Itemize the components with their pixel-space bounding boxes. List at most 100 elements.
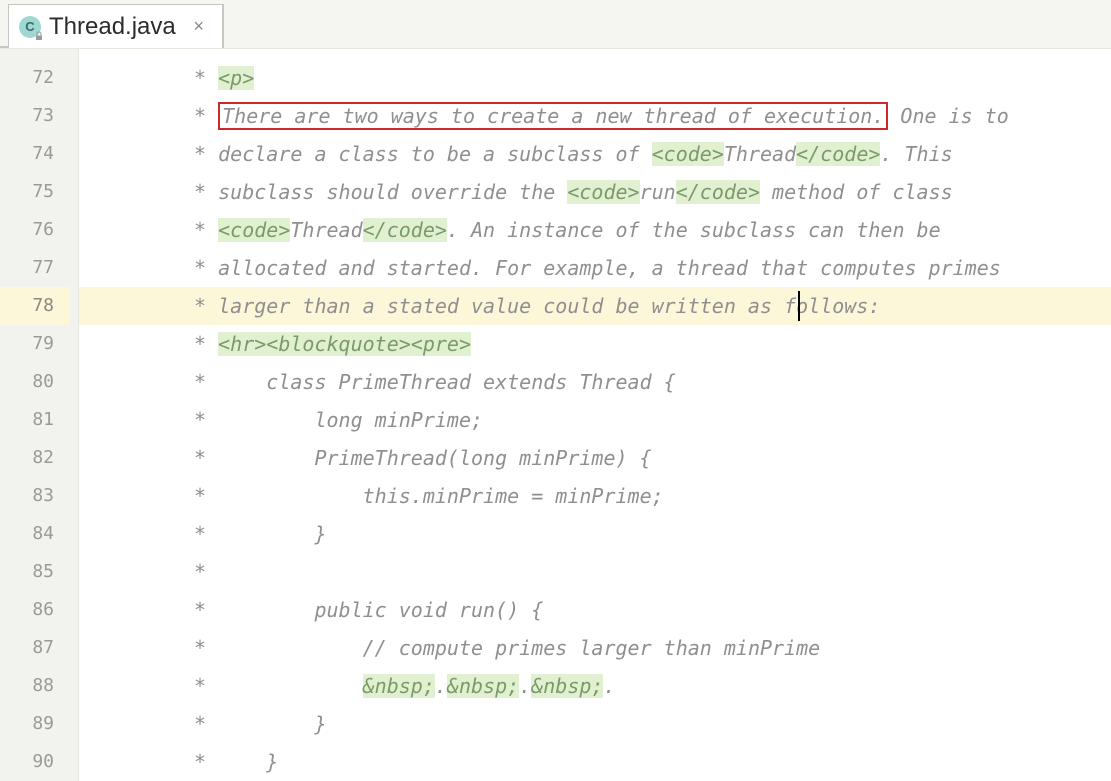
gutter-row <box>79 173 162 211</box>
javadoc-asterisk: * <box>182 636 363 660</box>
gutter-row <box>79 325 162 363</box>
javadoc-asterisk: * <box>182 484 363 508</box>
javadoc-asterisk: * <box>182 180 218 204</box>
text-caret <box>798 291 800 321</box>
gutter-row <box>79 401 162 439</box>
gutter-row <box>79 287 162 325</box>
gutter-row <box>79 705 162 743</box>
code-line[interactable]: * There are two ways to create a new thr… <box>162 97 1111 135</box>
gutter-row <box>79 439 162 477</box>
line-number: 81 <box>0 401 70 439</box>
code-editor[interactable]: 72737475767778798081828384858687888990 *… <box>0 48 1111 781</box>
code-line[interactable]: * <hr><blockquote><pre> <box>162 325 1111 363</box>
code-line[interactable]: * public void run() { <box>162 591 1111 629</box>
gutter-row <box>79 667 162 705</box>
line-number: 72 <box>0 59 70 97</box>
file-tab[interactable]: C Thread.java × <box>8 4 223 48</box>
html-tag: <p> <box>218 66 254 90</box>
code-line[interactable]: * } <box>162 705 1111 743</box>
html-tag: <hr><blockquote><pre> <box>218 332 471 356</box>
line-number: 76 <box>0 211 70 249</box>
javadoc-asterisk: * <box>182 598 314 622</box>
javadoc-asterisk: * <box>182 560 206 584</box>
html-tag: </code> <box>363 218 447 242</box>
javadoc-text: . <box>435 674 447 698</box>
line-number: 79 <box>0 325 70 363</box>
html-tag: <code> <box>567 180 639 204</box>
gutter-row <box>79 249 162 287</box>
line-number: 82 <box>0 439 70 477</box>
javadoc-asterisk: * <box>182 104 218 128</box>
tab-bar: C Thread.java × <box>0 0 1111 48</box>
javadoc-asterisk: * <box>182 408 314 432</box>
javadoc-text: } <box>266 750 278 774</box>
tab-bar-empty[interactable] <box>223 4 1111 48</box>
javadoc-asterisk: * <box>182 446 314 470</box>
code-area[interactable]: * <p> * There are two ways to create a n… <box>162 49 1111 781</box>
code-line[interactable]: * class PrimeThread extends Thread { <box>162 363 1111 401</box>
line-number: 87 <box>0 629 70 667</box>
javadoc-asterisk: * <box>182 332 218 356</box>
line-number: 73 <box>0 97 70 135</box>
javadoc-asterisk: * <box>182 750 266 774</box>
line-number: 88 <box>0 667 70 705</box>
javadoc-asterisk: * <box>182 294 218 318</box>
line-number-gutter: 72737475767778798081828384858687888990 <box>0 49 78 781</box>
code-line[interactable]: * } <box>162 515 1111 553</box>
gutter-row <box>79 135 162 173</box>
javadoc-text: method of class <box>760 180 953 204</box>
javadoc-text: } <box>314 712 326 736</box>
code-line[interactable]: * <box>162 553 1111 591</box>
javadoc-asterisk: * <box>182 66 218 90</box>
javadoc-text: . <box>603 674 615 698</box>
gutter-row <box>79 477 162 515</box>
gutter-row <box>79 211 162 249</box>
code-line[interactable]: * // compute primes larger than minPrime <box>162 629 1111 667</box>
class-file-icon: C <box>19 16 41 38</box>
line-number: 86 <box>0 591 70 629</box>
code-line[interactable]: * declare a class to be a subclass of <c… <box>162 135 1111 173</box>
code-line[interactable]: * <code>Thread</code>. An instance of th… <box>162 211 1111 249</box>
gutter-row <box>79 553 162 591</box>
javadoc-text: // compute primes larger than minPrime <box>363 636 821 660</box>
line-number: 80 <box>0 363 70 401</box>
gutter-margin <box>78 49 162 781</box>
code-line[interactable]: * } <box>162 743 1111 781</box>
code-line[interactable]: * &nbsp;.&nbsp;.&nbsp;. <box>162 667 1111 705</box>
javadoc-asterisk: * <box>182 256 218 280</box>
gutter-row <box>79 743 162 781</box>
html-tag: <code> <box>218 218 290 242</box>
html-entity: &nbsp; <box>363 674 435 698</box>
gutter-row <box>79 363 162 401</box>
javadoc-text: declare a class to be a subclass of <box>218 142 651 166</box>
line-number: 75 <box>0 173 70 211</box>
code-line[interactable]: * long minPrime; <box>162 401 1111 439</box>
javadoc-text: run <box>640 180 676 204</box>
javadoc-text: One is to <box>888 104 1008 128</box>
html-tag: <code> <box>652 142 724 166</box>
gutter-row <box>79 629 162 667</box>
code-line[interactable]: * <p> <box>162 59 1111 97</box>
javadoc-text: PrimeThread(long minPrime) { <box>314 446 651 470</box>
code-line[interactable]: * this.minPrime = minPrime; <box>162 477 1111 515</box>
javadoc-text: long minPrime; <box>314 408 483 432</box>
javadoc-text: . This <box>880 142 952 166</box>
javadoc-text: allocated and started. For example, a th… <box>218 256 1001 280</box>
line-number: 83 <box>0 477 70 515</box>
javadoc-text: . <box>519 674 531 698</box>
javadoc-asterisk: * <box>182 218 218 242</box>
html-entity: &nbsp; <box>531 674 603 698</box>
html-tag: </code> <box>676 180 760 204</box>
javadoc-text: subclass should override the <box>218 180 567 204</box>
javadoc-text: Thread <box>290 218 362 242</box>
code-line[interactable]: * larger than a stated value could be wr… <box>162 287 1111 325</box>
javadoc-asterisk: * <box>182 370 266 394</box>
code-line[interactable]: * PrimeThread(long minPrime) { <box>162 439 1111 477</box>
tab-close-button[interactable]: × <box>190 18 208 36</box>
line-number: 74 <box>0 135 70 173</box>
code-line[interactable]: * subclass should override the <code>run… <box>162 173 1111 211</box>
line-number: 77 <box>0 249 70 287</box>
html-entity: &nbsp; <box>447 674 519 698</box>
code-line[interactable]: * allocated and started. For example, a … <box>162 249 1111 287</box>
javadoc-text: larger than a stated value could be writ… <box>218 294 880 318</box>
